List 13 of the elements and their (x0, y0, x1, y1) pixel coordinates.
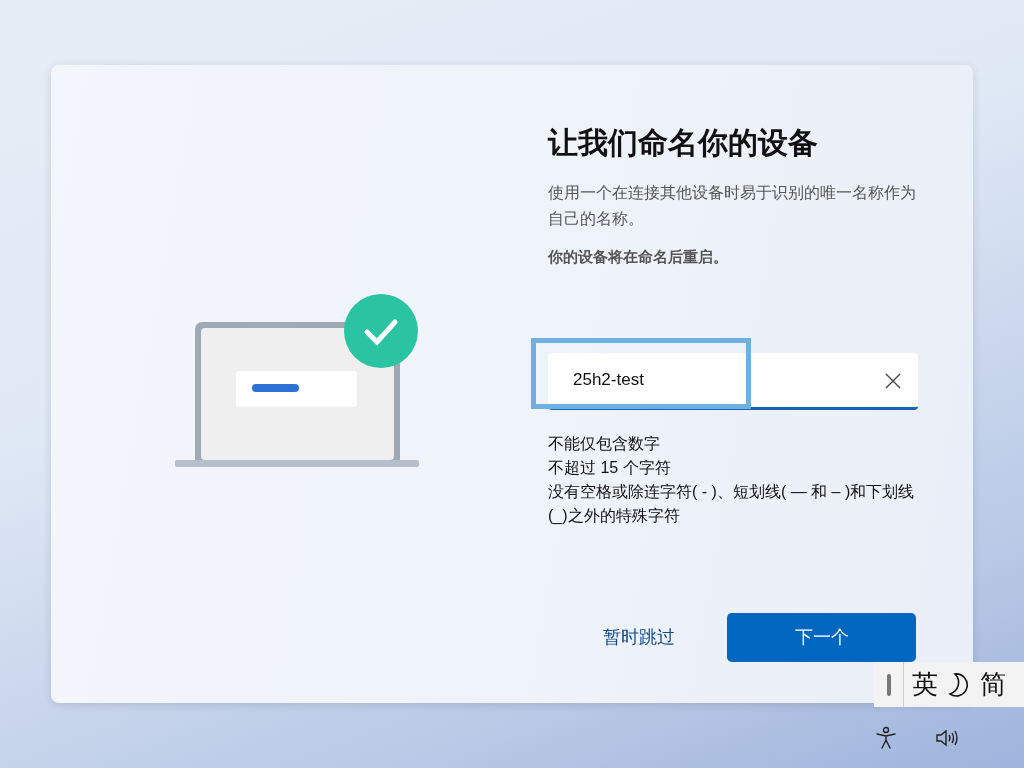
description-text: 使用一个在连接其他设备时易于识别的唯一名称作为自己的名称。 (548, 183, 917, 229)
dialog-title: 让我们命名你的设备 (548, 125, 819, 161)
rule-text: 没有空格或除连字符( - )、短划线( — 和 – )和下划线(_)之外的特殊字符 (548, 481, 916, 526)
script-toggle[interactable]: 简 (980, 665, 1006, 704)
rule-text: 不能仅包含数字 (548, 433, 661, 454)
accessibility-icon[interactable] (874, 726, 898, 750)
next-button[interactable]: 下一个 (727, 613, 916, 662)
restart-note: 你的设备将在命名后重启。 (548, 247, 729, 267)
skip-link[interactable]: 暂时跳过 (603, 624, 675, 651)
input-mode-toggle[interactable]: 英 (912, 665, 938, 704)
grip-icon[interactable] (886, 673, 891, 696)
rule-text: 不超过 15 个字符 (548, 457, 672, 478)
device-name-field[interactable]: 25h2-test (548, 352, 918, 410)
